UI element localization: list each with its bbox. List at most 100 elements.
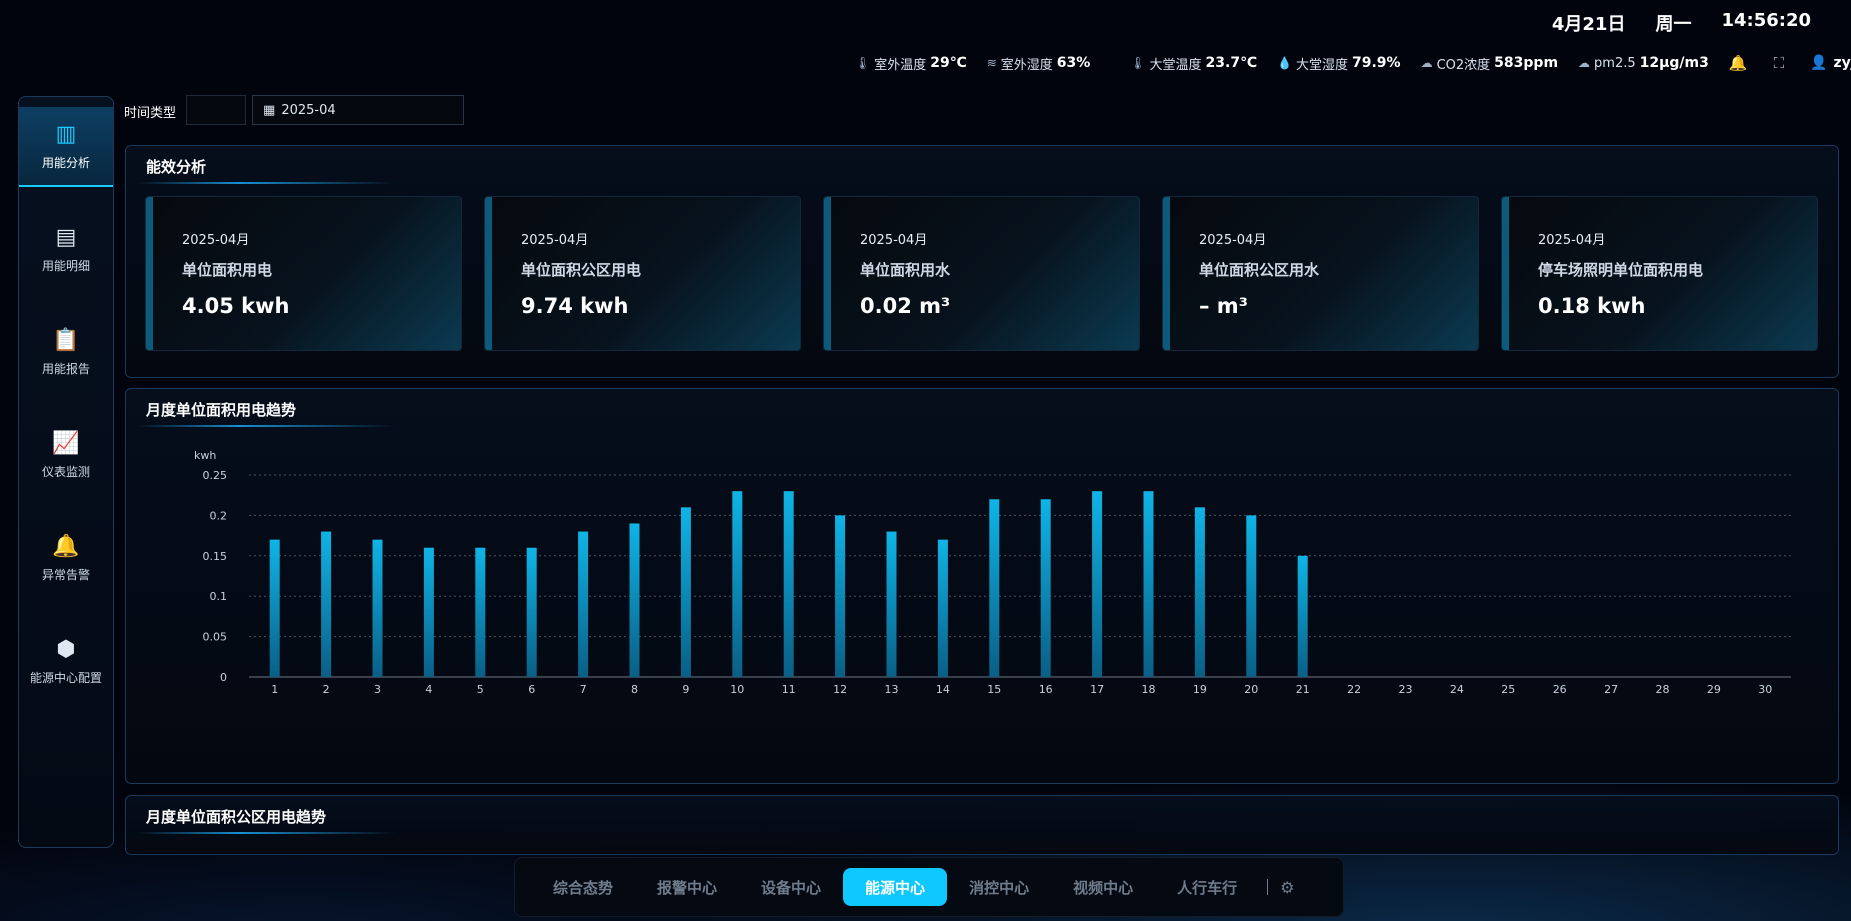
title-underline xyxy=(136,832,396,834)
app-screen: 4月21日 周一 14:56:20 🌡 室外温度 29℃ ≋ 室外湿度 63% … xyxy=(0,0,1851,921)
sidebar-item-alarm[interactable]: 🔔 异常告警 xyxy=(19,519,113,599)
env-outdoor-temp: 🌡 室外温度 29℃ xyxy=(855,54,967,73)
sidebar-item-energy-analysis[interactable]: ▥ 用能分析 xyxy=(19,107,113,187)
x-tick-label: 10 xyxy=(730,683,744,696)
sidebar-item-label: 用能明细 xyxy=(41,258,90,273)
x-tick-label: 16 xyxy=(1039,683,1053,696)
x-tick-label: 5 xyxy=(477,683,484,696)
nav-pedestrian-vehicle[interactable]: 人行车行 xyxy=(1155,868,1259,906)
trend-chart-container: kwh 0 0.05 0.1 0.15 0.2 0.25 1 2 3 4 5 6 7 8 9 10 11 12 13 1… xyxy=(126,433,1838,783)
alarm-bell-icon: 🔔 xyxy=(52,533,80,559)
bar xyxy=(269,539,280,677)
bell-icon[interactable]: 🔔 xyxy=(1729,54,1748,72)
kpi-period: 2025-04月 xyxy=(521,233,589,248)
sidebar-item-meter-monitor[interactable]: 📈 仪表监测 xyxy=(19,416,113,496)
bar xyxy=(1092,491,1103,677)
x-tick-label: 12 xyxy=(833,683,847,696)
panel-title: 能效分析 xyxy=(146,158,207,176)
nav-device-center[interactable]: 设备中心 xyxy=(739,868,843,906)
env-label: 室外温度 xyxy=(874,57,927,73)
env-value: 12μg/m3 xyxy=(1639,55,1709,71)
x-tick-label: 7 xyxy=(580,683,587,696)
sidebar-item-label: 用能分析 xyxy=(41,155,90,170)
humidity-icon: ≋ xyxy=(986,56,997,70)
panel-title: 月度单位面积用电趋势 xyxy=(146,401,297,419)
sidebar-item-energy-detail[interactable]: ▤ 用能明细 xyxy=(19,210,113,290)
droplet-icon: 💧 xyxy=(1277,56,1292,70)
kpi-value: 0.18 kwh xyxy=(1538,294,1646,318)
kpi-card: 2025-04月 停车场照明单位面积用电 0.18 kwh xyxy=(1501,196,1818,351)
x-tick-label: 19 xyxy=(1193,683,1207,696)
bar xyxy=(629,523,640,677)
x-tick-label: 11 xyxy=(782,683,796,696)
sidebar-item-label: 能源中心配置 xyxy=(29,670,102,685)
env-lobby-temp: 🌡 大堂温度 23.7℃ xyxy=(1130,54,1257,73)
nav-fire-control[interactable]: 消控中心 xyxy=(947,868,1051,906)
cube-icon: ⬢ xyxy=(56,636,76,662)
env-value: 23.7℃ xyxy=(1205,55,1258,71)
kpi-card: 2025-04月 单位面积公区用水 – m³ xyxy=(1162,196,1479,351)
kpi-label: 单位面积公区用电 xyxy=(521,261,642,279)
user-menu[interactable]: 👤 zyjt ⌄ xyxy=(1810,55,1851,71)
env-label: 室外湿度 xyxy=(1000,57,1053,73)
header-weekday: 周一 xyxy=(1655,14,1692,35)
x-tick-label: 24 xyxy=(1450,683,1464,696)
x-tick-label: 22 xyxy=(1347,683,1361,696)
trend-chart: kwh00.050.10.150.20.251 2 3 4 5 6 7 8 9 10 11 12 13 1… xyxy=(194,449,1791,696)
title-underline xyxy=(136,182,396,184)
y-tick-label: 0.05 xyxy=(203,631,228,644)
bar xyxy=(1143,491,1154,677)
env-value: 63% xyxy=(1056,55,1091,71)
y-tick-label: 0.2 xyxy=(210,509,228,522)
settings-gear-icon[interactable]: ⚙ xyxy=(1280,878,1294,897)
bar xyxy=(989,499,1000,677)
sidebar-item-energy-config[interactable]: ⬢ 能源中心配置 xyxy=(19,622,113,702)
time-type-label: 时间类型 xyxy=(124,106,177,118)
nav-overview[interactable]: 综合态势 xyxy=(531,868,635,906)
x-tick-label: 29 xyxy=(1707,683,1721,696)
sidebar-item-label: 仪表监测 xyxy=(41,464,90,479)
sidebar-item-label: 用能报告 xyxy=(41,361,90,376)
bar xyxy=(1297,555,1308,677)
kpi-value: – m³ xyxy=(1199,294,1248,318)
header-date: 4月21日 xyxy=(1551,14,1626,35)
x-tick-label: 15 xyxy=(987,683,1001,696)
environment-bar: 🌡 室外温度 29℃ ≋ 室外湿度 63% 🌡 大堂温度 23.7℃ 💧 大堂湿… xyxy=(855,52,1851,74)
nav-energy-center[interactable]: 能源中心 xyxy=(843,868,948,906)
bar xyxy=(423,547,434,677)
nav-alarm-center[interactable]: 报警中心 xyxy=(635,868,739,906)
x-tick-label: 23 xyxy=(1399,683,1413,696)
x-tick-label: 6 xyxy=(528,683,535,696)
trend-chart-icon: 📈 xyxy=(52,430,80,456)
kpi-label: 单位面积公区用水 xyxy=(1199,261,1320,279)
y-tick-label: 0 xyxy=(220,671,227,684)
bar xyxy=(937,539,948,677)
kpi-card: 2025-04月 单位面积公区用电 9.74 kwh xyxy=(484,196,801,351)
kpi-card: 2025-04月 单位面积用水 0.02 m³ xyxy=(823,196,1140,351)
thermometer-icon: 🌡 xyxy=(855,56,871,70)
x-tick-label: 26 xyxy=(1553,683,1567,696)
clipboard-icon: 📋 xyxy=(52,327,80,353)
kpi-value: 0.02 m³ xyxy=(860,294,951,318)
kpi-label: 单位面积用电 xyxy=(182,261,273,279)
env-label: pm2.5 xyxy=(1594,55,1636,71)
nav-video-center[interactable]: 视频中心 xyxy=(1051,868,1155,906)
env-label: CO2浓度 xyxy=(1436,57,1491,73)
kpi-cards: 2025-04月 单位面积用电 4.05 kwh 2025-04月 单位面积公区… xyxy=(145,196,1818,351)
y-axis-unit: kwh xyxy=(194,449,216,462)
filter-bar: 时间类型 ▦ 2025-04 xyxy=(124,95,465,125)
sidebar-item-energy-report[interactable]: 📋 用能报告 xyxy=(19,313,113,393)
kpi-period: 2025-04月 xyxy=(860,233,928,248)
thermometer-icon: 🌡 xyxy=(1130,56,1146,70)
fullscreen-icon[interactable]: ⛶ xyxy=(1774,54,1785,72)
cloud-icon: ☁ xyxy=(1578,56,1591,70)
x-tick-label: 3 xyxy=(374,683,381,696)
time-type-select[interactable] xyxy=(186,95,247,125)
x-tick-label: 9 xyxy=(682,683,689,696)
x-tick-label: 28 xyxy=(1656,683,1670,696)
x-tick-label: 27 xyxy=(1604,683,1618,696)
title-underline xyxy=(136,425,396,427)
bar xyxy=(835,515,846,677)
sidebar: ▥ 用能分析 ▤ 用能明细 📋 用能报告 📈 仪表监测 🔔 异常告警 ⬢ 能源中… xyxy=(18,96,114,848)
date-picker[interactable]: ▦ 2025-04 xyxy=(252,95,465,125)
